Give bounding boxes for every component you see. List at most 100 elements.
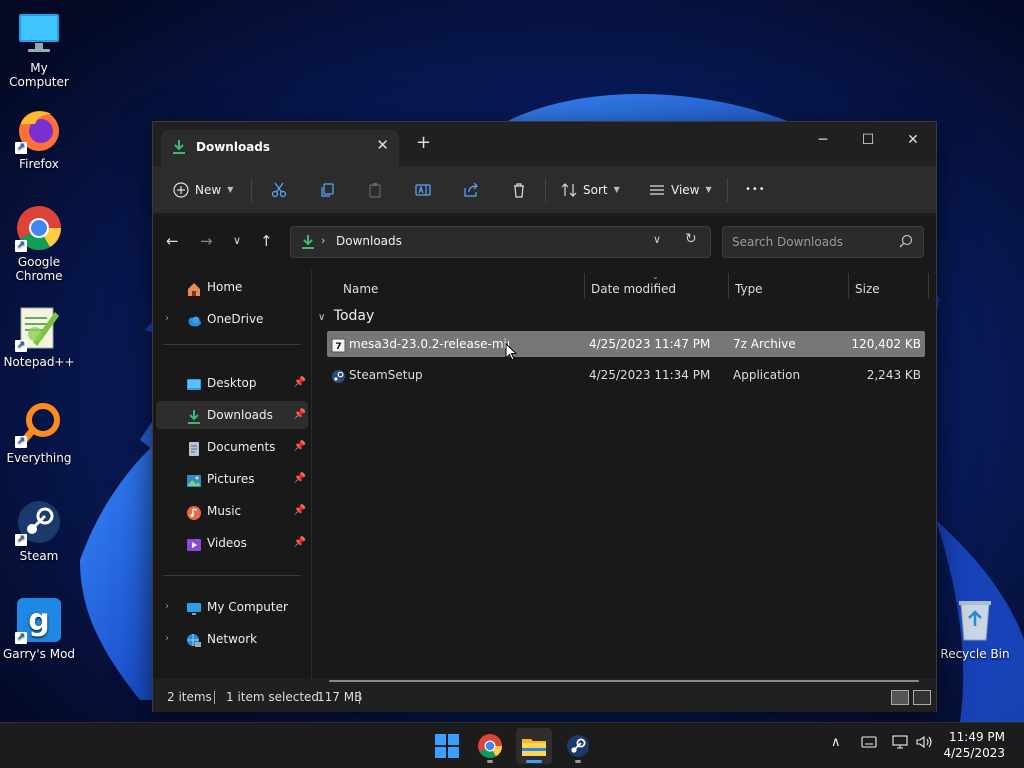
rename-icon — [415, 184, 431, 196]
sidebar-item-onedrive[interactable]: › OneDrive — [156, 305, 308, 333]
desktop-icon-everything[interactable]: ↗ Everything — [1, 400, 77, 465]
svg-text:g: g — [28, 603, 49, 638]
desktop-icon-recycle-bin[interactable]: Recycle Bin — [937, 596, 1013, 661]
desktop-icon-garrys-mod[interactable]: g ↗ Garry's Mod — [1, 596, 77, 661]
up-arrow-icon[interactable]: ↑ — [260, 231, 273, 251]
delete-button[interactable] — [511, 178, 527, 202]
desktop-icon-label: Recycle Bin — [940, 647, 1010, 661]
desktop-icon-firefox[interactable]: ↗ Firefox — [1, 106, 77, 171]
column-header-date-modified[interactable]: Date modified — [591, 275, 676, 303]
touch-keyboard-icon[interactable] — [861, 735, 877, 753]
cut-button[interactable] — [271, 178, 287, 202]
paste-button[interactable] — [367, 178, 383, 202]
desktop-icon-chrome[interactable]: ↗ Google Chrome — [1, 204, 77, 283]
table-row[interactable]: 7 mesa3d-23.0.2-release-mingw 4/25/2023 … — [327, 331, 925, 357]
desktop-icon-notepadpp[interactable]: ↗ Notepad++ — [1, 304, 77, 369]
desktop-folder-icon — [186, 375, 202, 391]
column-header-type[interactable]: Type — [735, 275, 763, 303]
column-header-size[interactable]: Size — [855, 275, 880, 303]
download-arrow-icon — [186, 407, 202, 424]
command-bar: New ▼ Sort ▼ View ▼ ••• — [153, 166, 936, 214]
taskbar-steam[interactable] — [560, 728, 596, 764]
view-button[interactable]: View ▼ — [649, 178, 712, 202]
start-button[interactable] — [429, 728, 465, 764]
sidebar-item-network[interactable]: › Network — [156, 625, 308, 653]
column-separator[interactable] — [584, 273, 585, 299]
pin-icon[interactable]: 📌 — [294, 497, 306, 525]
folder-icon — [522, 739, 546, 756]
pin-icon[interactable]: 📌 — [294, 465, 306, 493]
share-button[interactable] — [463, 178, 479, 202]
chevron-right-icon[interactable]: › — [165, 625, 169, 653]
sidebar-item-my-computer[interactable]: › My Computer — [156, 593, 308, 621]
maximize-button[interactable]: ☐ — [848, 128, 888, 152]
tab-title: Downloads — [196, 140, 271, 154]
show-hidden-icons-chevron-icon[interactable]: ∧ — [831, 735, 841, 750]
desktop-icon-steam[interactable]: ↗ Steam — [1, 498, 77, 563]
column-header-name[interactable]: Name — [343, 275, 378, 303]
tab-downloads[interactable]: Downloads ✕ — [161, 130, 399, 166]
clock-time: 11:49 PM — [949, 730, 1005, 744]
file-name: mesa3d-23.0.2-release-mingw — [349, 337, 509, 351]
column-separator[interactable] — [728, 273, 729, 299]
volume-icon[interactable] — [916, 735, 934, 753]
group-header-today[interactable]: ∨ Today — [318, 305, 374, 327]
new-tab-button[interactable]: + — [416, 134, 431, 152]
more-options-button[interactable]: ••• — [745, 178, 766, 202]
pin-icon[interactable]: 📌 — [294, 433, 306, 461]
sidebar-item-music[interactable]: Music 📌 — [156, 497, 308, 525]
refresh-icon[interactable]: ↻ — [685, 231, 697, 247]
taskbar-file-explorer[interactable] — [516, 728, 552, 764]
everything-icon: ↗ — [15, 400, 63, 448]
network-status-icon[interactable] — [892, 735, 910, 753]
pin-icon[interactable]: 📌 — [294, 529, 306, 557]
forward-arrow-icon[interactable]: → — [200, 231, 213, 251]
more-icon: ••• — [745, 184, 766, 195]
sort-button[interactable]: Sort ▼ — [561, 178, 620, 202]
navigation-pane: Home › OneDrive Desktop 📌 Downloads 📌 Do… — [153, 269, 311, 679]
pin-icon[interactable]: 📌 — [294, 369, 306, 397]
computer-icon — [186, 599, 202, 615]
column-separator[interactable] — [928, 273, 929, 299]
copy-button[interactable] — [319, 178, 335, 202]
file-date: 4/25/2023 11:34 PM — [589, 368, 711, 382]
chevron-right-icon[interactable]: › — [165, 593, 169, 621]
taskbar-chrome[interactable] — [472, 728, 508, 764]
system-clock[interactable]: 11:49 PM 4/25/2023 — [943, 729, 1005, 761]
search-input[interactable] — [723, 227, 893, 257]
address-bar[interactable]: › Downloads ∨ ↻ — [290, 226, 711, 258]
new-button[interactable]: New ▼ — [173, 178, 233, 202]
sidebar-item-videos[interactable]: Videos 📌 — [156, 529, 308, 557]
large-icons-view-icon[interactable] — [913, 690, 931, 705]
sidebar-item-label: Documents — [207, 440, 276, 454]
column-separator[interactable] — [848, 273, 849, 299]
details-view-icon[interactable] — [891, 690, 909, 705]
back-arrow-icon[interactable]: ← — [166, 231, 179, 251]
minimize-button[interactable]: ─ — [803, 128, 843, 152]
shortcut-arrow-icon: ↗ — [15, 142, 27, 154]
firefox-icon: ↗ — [15, 106, 63, 154]
table-row[interactable]: SteamSetup 4/25/2023 11:34 PM Applicatio… — [327, 362, 925, 388]
sidebar-item-desktop[interactable]: Desktop 📌 — [156, 369, 308, 397]
shortcut-arrow-icon: ↗ — [15, 436, 27, 448]
sidebar-item-documents[interactable]: Documents 📌 — [156, 433, 308, 461]
pin-icon[interactable]: 📌 — [294, 401, 306, 429]
tab-bar: Downloads ✕ + ─ ☐ ✕ — [153, 122, 936, 166]
rename-button[interactable] — [415, 178, 431, 202]
search-box[interactable] — [722, 226, 924, 258]
computer-icon — [15, 10, 63, 58]
breadcrumb-downloads[interactable]: Downloads — [336, 234, 402, 248]
close-button[interactable]: ✕ — [893, 128, 933, 152]
tab-close-icon[interactable]: ✕ — [376, 136, 389, 154]
desktop-icon-my-computer[interactable]: My Computer — [1, 10, 77, 89]
status-bar: 2 items 1 item selected 117 MB — [153, 682, 936, 712]
recent-locations-chevron-icon[interactable]: ∨ — [233, 231, 241, 251]
sidebar-item-downloads[interactable]: Downloads 📌 — [156, 401, 308, 429]
chevron-right-icon[interactable]: › — [165, 305, 169, 333]
sidebar-item-home[interactable]: Home — [156, 273, 308, 301]
sidebar-item-pictures[interactable]: Pictures 📌 — [156, 465, 308, 493]
search-icon[interactable] — [899, 234, 913, 251]
sidebar-divider — [163, 344, 301, 345]
address-dropdown-icon[interactable]: ∨ — [653, 233, 661, 246]
shortcut-arrow-icon: ↗ — [15, 340, 27, 352]
